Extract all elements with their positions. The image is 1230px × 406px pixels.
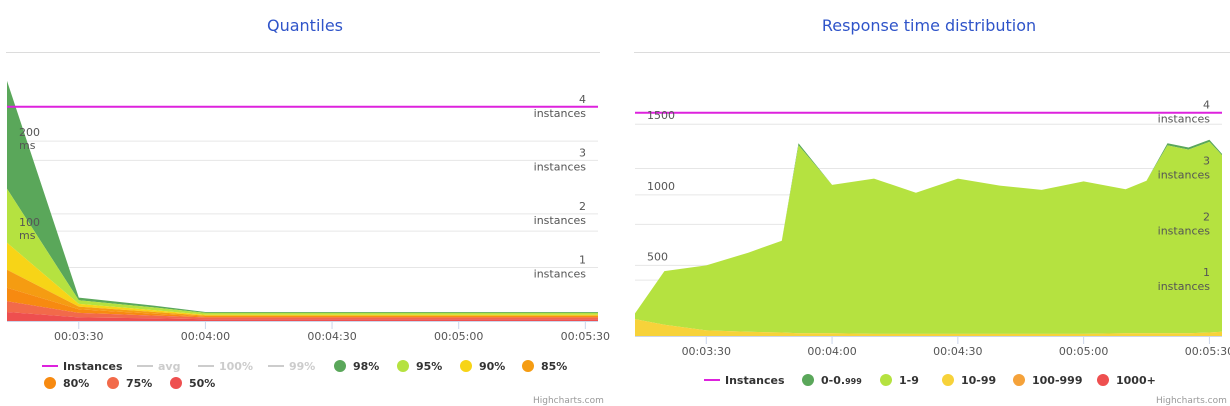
quantiles-panel: Quantiles 100 ms 200 ms 1 instances 2 instances… — [0, 0, 610, 406]
y2-tick-label: 4 — [579, 93, 586, 106]
series-area-98- — [7, 80, 598, 313]
x-tick-label: 00:05:00 — [1059, 345, 1108, 358]
legend-label: 80% — [63, 377, 89, 390]
y-tick-unit: ms — [19, 139, 36, 152]
credits-link[interactable]: Highcharts.com — [533, 396, 604, 406]
y2-tick-label: 3 — [1203, 155, 1210, 168]
x-tick-label: 00:04:00 — [181, 330, 230, 343]
legend-item-1000-[interactable]: 1000+ — [1097, 374, 1156, 387]
legend-label: 90% — [479, 360, 505, 373]
legend-item-85-[interactable]: 85% — [522, 360, 567, 373]
legend-marker — [44, 377, 56, 389]
y2-tick-unit: instances — [1158, 280, 1211, 293]
legend-marker — [397, 360, 409, 372]
legend-marker — [334, 360, 346, 372]
legend-label: 85% — [541, 360, 567, 373]
quantiles-chart: 100ms200ms1instances2instances3instances… — [7, 80, 610, 390]
y-tick-label: 1500 — [647, 109, 675, 122]
y2-tick-label: 2 — [1203, 210, 1210, 223]
x-tick-label: 00:05:00 — [434, 330, 483, 343]
legend-marker — [107, 377, 119, 389]
legend-label: 1-9 — [899, 374, 919, 387]
y2-tick-unit: instances — [1158, 224, 1211, 237]
legend-label: Instances — [63, 360, 123, 373]
y2-tick-label: 4 — [1203, 99, 1210, 112]
legend-label: avg — [158, 360, 180, 373]
x-tick-label: 00:04:30 — [933, 345, 982, 358]
y2-tick-label: 1 — [1203, 266, 1210, 279]
legend-label: 10-99 — [961, 374, 996, 387]
legend-item-100-999[interactable]: 100-999 — [1013, 374, 1083, 387]
x-tick-label: 00:04:30 — [307, 330, 356, 343]
y2-tick-unit: instances — [534, 107, 587, 120]
y2-tick-unit: instances — [534, 267, 587, 280]
legend-label: 50% — [189, 377, 215, 390]
legend-label: 100% — [219, 360, 253, 373]
y-tick-label: 200 — [19, 126, 40, 139]
legend-item-100-[interactable]: 100% — [198, 360, 253, 373]
legend-item-avg[interactable]: avg — [137, 360, 180, 373]
legend-label: 75% — [126, 377, 152, 390]
x-tick-label: 00:04:00 — [807, 345, 856, 358]
legend-item-75-[interactable]: 75% — [107, 377, 152, 390]
legend-item-95-[interactable]: 95% — [397, 360, 442, 373]
legend-marker — [1013, 374, 1025, 386]
response-time-chart: 500100015001instances2instances3instance… — [635, 99, 1230, 387]
legend-marker — [942, 374, 954, 386]
y-tick-unit: ms — [19, 229, 36, 242]
legend-item-98-[interactable]: 98% — [334, 360, 379, 373]
series-area-95- — [7, 188, 598, 315]
y2-tick-unit: instances — [1158, 113, 1211, 126]
legend-marker — [880, 374, 892, 386]
y2-tick-label: 1 — [579, 253, 586, 266]
y2-tick-label: 3 — [579, 146, 586, 159]
legend-item-50-[interactable]: 50% — [170, 377, 215, 390]
legend-label: 98% — [353, 360, 379, 373]
y-tick-label: 100 — [19, 216, 40, 229]
legend-label: 100-999 — [1032, 374, 1083, 387]
legend-label: 0-0.999 — [821, 374, 862, 387]
response-time-panel: Response time distribution 500 1000 1500 1 i… — [628, 0, 1230, 406]
credits-link[interactable]: Highcharts.com — [1156, 396, 1227, 406]
legend-item-Instances[interactable]: Instances — [42, 360, 123, 373]
legend-item-10-99[interactable]: 10-99 — [942, 374, 996, 387]
legend-marker — [460, 360, 472, 372]
legend-label: 1000+ — [1116, 374, 1156, 387]
legend-item-1-9[interactable]: 1-9 — [880, 374, 919, 387]
legend-item-Instances[interactable]: Instances — [704, 374, 785, 387]
legend-item-0-0-999[interactable]: 0-0.999 — [802, 374, 862, 387]
y-tick-label: 500 — [647, 250, 668, 263]
series-area-85- — [7, 269, 598, 317]
legend-marker — [1097, 374, 1109, 386]
legend-marker — [170, 377, 182, 389]
y-tick-label: 1000 — [647, 180, 675, 193]
legend-label: 99% — [289, 360, 315, 373]
legend-item-99-[interactable]: 99% — [268, 360, 315, 373]
legend-label: Instances — [725, 374, 785, 387]
legend-item-90-[interactable]: 90% — [460, 360, 505, 373]
y2-tick-unit: instances — [534, 160, 587, 173]
series-area-1-9 — [635, 141, 1222, 334]
x-tick-label: 00:03:30 — [54, 330, 103, 343]
legend-label: 95% — [416, 360, 442, 373]
x-tick-label: 00:05:30 — [561, 330, 610, 343]
y2-tick-unit: instances — [534, 214, 587, 227]
x-tick-label: 00:03:30 — [682, 345, 731, 358]
legend-item-80-[interactable]: 80% — [44, 377, 89, 390]
y2-tick-unit: instances — [1158, 169, 1211, 182]
legend-marker — [802, 374, 814, 386]
legend-marker — [522, 360, 534, 372]
x-tick-label: 00:05:30 — [1185, 345, 1230, 358]
y2-tick-label: 2 — [579, 200, 586, 213]
